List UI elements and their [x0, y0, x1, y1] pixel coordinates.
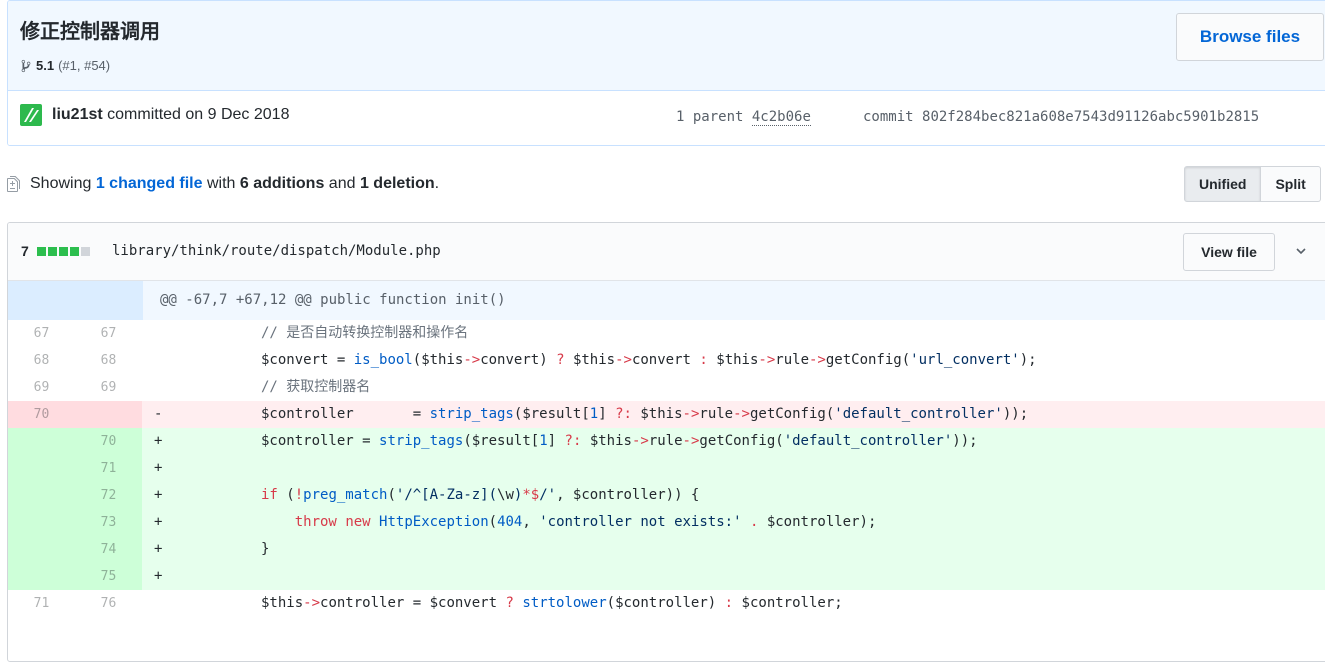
file-header: 7 library/think/route/dispatch/Module.ph…	[8, 223, 1325, 281]
commit-sha-value: 802f284bec821a608e7543d91126abc5901b2815	[922, 109, 1260, 125]
author-name[interactable]: liu21st	[52, 106, 103, 123]
diffstat-add-block	[69, 246, 79, 256]
summary-period: .	[434, 175, 440, 192]
additions-count: 6 additions	[239, 175, 325, 192]
commit-title: 修正控制器调用	[20, 21, 160, 43]
view-file-button[interactable]: View file	[1183, 233, 1275, 271]
changed-files-link[interactable]: 1 changed file	[96, 175, 203, 192]
new-line-number[interactable]: 73	[75, 509, 142, 536]
diffstat-add-block	[47, 246, 57, 256]
added-line: 72 + if (!preg_match('/^[A-Za-z](\w)*$/', …	[8, 482, 1325, 509]
new-line-number[interactable]: 74	[75, 536, 142, 563]
diff-table: @@ -67,7 +67,12 @@ public function init(…	[8, 281, 1325, 617]
old-line-number[interactable]: 70	[8, 401, 75, 428]
summary-and: and	[328, 175, 356, 192]
deleted-line: 70 - $controller = strip_tags($result[1] ?…	[8, 401, 1325, 428]
deletions-count: 1 deletion	[359, 175, 435, 192]
context-line: 67 67 // 是否自动转换控制器和操作名	[8, 320, 1325, 347]
new-line-number[interactable]: 67	[75, 320, 142, 347]
git-branch-icon	[21, 59, 31, 72]
context-line: 68 68 $convert = is_bool($this->convert) ?…	[8, 347, 1325, 374]
browse-files-button[interactable]: Browse files	[1176, 13, 1324, 61]
old-line-number[interactable]	[8, 563, 75, 590]
commit-sha: commit 802f284bec821a608e7543d91126abc59…	[863, 109, 1259, 125]
unfold-icon[interactable]	[8, 281, 143, 346]
new-line-number[interactable]: 70	[75, 428, 142, 455]
diff-sign: +	[154, 568, 163, 584]
diffstat-count: 7	[21, 243, 29, 259]
diffstat-add-block	[58, 246, 68, 256]
parent-sha-link[interactable]: 4c2b06e	[751, 109, 811, 126]
old-line-number[interactable]: 71	[8, 590, 75, 617]
file-diff: 7 library/think/route/dispatch/Module.ph…	[7, 222, 1325, 662]
new-line-number[interactable]	[75, 401, 142, 428]
hunk-row: @@ -67,7 +67,12 @@ public function init(…	[8, 281, 1325, 346]
diff-view-toggle: Unified Split	[1184, 166, 1321, 202]
old-line-number[interactable]: 69	[8, 374, 75, 401]
old-line-number[interactable]	[8, 536, 75, 563]
old-line-number[interactable]: 67	[8, 320, 75, 347]
added-line: 71 +	[8, 455, 1325, 482]
diffstat-add-block	[36, 246, 46, 256]
context-line: 71 76 $this->controller = $convert ? strto…	[8, 590, 1325, 617]
diffstat: 7	[21, 243, 90, 259]
new-line-number[interactable]: 76	[75, 590, 142, 617]
commit-refs[interactable]: (#1, #54)	[58, 58, 110, 73]
added-line: 70 + $controller = strip_tags($result[1] ?…	[8, 428, 1325, 455]
old-line-number[interactable]: 68	[8, 347, 75, 374]
added-line: 73 + throw new HttpException(404, 'contro…	[8, 509, 1325, 536]
code-line: $this->controller = $convert ? strtolowe…	[261, 595, 843, 611]
added-line: 75 +	[8, 563, 1325, 590]
avatar-logo-icon	[24, 108, 39, 122]
diffstat-neutral-block	[80, 246, 90, 256]
old-line-number[interactable]	[8, 482, 75, 509]
new-line-number[interactable]: 68	[75, 347, 142, 374]
new-line-number[interactable]: 71	[75, 455, 142, 482]
code-line: // 获取控制器名	[261, 379, 371, 395]
code-line: }	[261, 541, 270, 557]
split-button[interactable]: Split	[1261, 166, 1321, 202]
diff-summary: Showing 1 changed file with 6 additions …	[7, 175, 439, 193]
added-line: 74 +}	[8, 536, 1325, 563]
chevron-down-icon[interactable]	[1296, 243, 1306, 259]
diff-sign: +	[154, 487, 163, 503]
branch-name[interactable]: 5.1	[36, 58, 54, 73]
diff-sign: +	[154, 460, 163, 476]
author-line: liu21st committed on 9 Dec 2018	[52, 106, 289, 124]
commit-header: 修正控制器调用 5.1 (#1, #54) Browse files liu21…	[7, 0, 1325, 146]
code-line: throw new HttpException(404, 'controller…	[294, 514, 877, 530]
code-line: $controller = strip_tags($result[1] ?: $…	[261, 406, 1029, 422]
commit-label: commit	[863, 109, 914, 125]
new-line-number[interactable]: 72	[75, 482, 142, 509]
diff-sign: +	[154, 433, 163, 449]
commit-title-bar: 修正控制器调用 5.1 (#1, #54) Browse files	[8, 1, 1325, 91]
parent-info: 1 parent 4c2b06e	[676, 109, 811, 126]
diff-sign: +	[154, 541, 163, 557]
diff-lines: 67 67 // 是否自动转换控制器和操作名 68 68 $convert = is_bo…	[8, 320, 1325, 617]
commit-meta: liu21st committed on 9 Dec 2018 1 parent…	[8, 91, 1325, 145]
old-line-number[interactable]	[8, 455, 75, 482]
parent-label: 1 parent	[676, 109, 744, 125]
branch-row: 5.1 (#1, #54)	[20, 58, 110, 73]
summary-prefix: Showing	[30, 175, 92, 192]
old-line-number[interactable]	[8, 509, 75, 536]
new-line-number[interactable]: 75	[75, 563, 142, 590]
code-line: $controller = strip_tags($result[1] ?: $…	[261, 433, 978, 449]
context-line: 69 69 // 获取控制器名	[8, 374, 1325, 401]
file-diff-icon	[7, 176, 20, 192]
avatar[interactable]	[20, 104, 42, 126]
diff-sign: +	[154, 514, 163, 530]
old-line-number[interactable]	[8, 428, 75, 455]
hunk-header: @@ -67,7 +67,12 @@ public function init(…	[160, 292, 506, 308]
diff-sign: -	[154, 406, 163, 422]
new-line-number[interactable]: 69	[75, 374, 142, 401]
summary-with: with	[206, 175, 236, 192]
code-line: if (!preg_match('/^[A-Za-z](\w)*$/', $co…	[261, 487, 700, 503]
code-line: $convert = is_bool($this->convert) ? $th…	[261, 352, 1037, 368]
file-path[interactable]: library/think/route/dispatch/Module.php	[112, 243, 441, 259]
committed-date: committed on 9 Dec 2018	[107, 106, 290, 123]
code-line: // 是否自动转换控制器和操作名	[261, 325, 469, 341]
unified-button[interactable]: Unified	[1184, 166, 1262, 202]
